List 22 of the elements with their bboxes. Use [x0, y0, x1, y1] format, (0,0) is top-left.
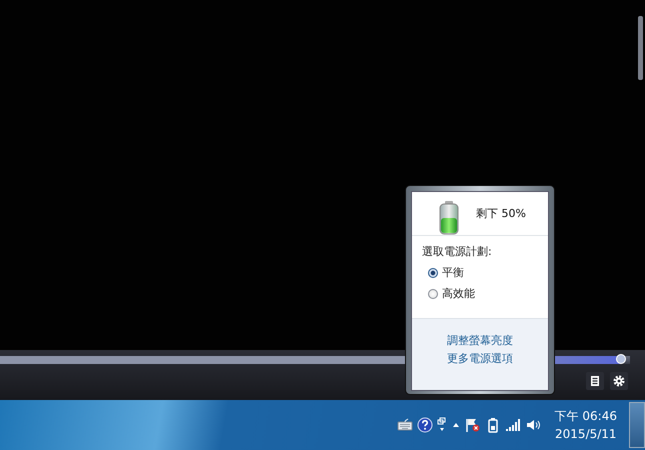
- battery-icon: [438, 200, 460, 236]
- speaker-icon[interactable]: [524, 417, 541, 433]
- power-plan-option[interactable]: 高效能: [422, 286, 548, 301]
- clock-date: 2015/5/11: [555, 426, 617, 443]
- power-plan-option[interactable]: 平衡: [422, 265, 548, 280]
- list-icon[interactable]: [586, 372, 604, 390]
- keyboard-icon[interactable]: [396, 417, 413, 433]
- radio-button[interactable]: [428, 268, 438, 278]
- plan-heading: 選取電源計劃:: [422, 244, 493, 259]
- restore-icon[interactable]: [436, 417, 447, 433]
- settings-icon[interactable]: [610, 372, 628, 390]
- show-desktop-button[interactable]: [629, 402, 645, 448]
- help-icon[interactable]: [416, 417, 433, 433]
- flag-icon[interactable]: [464, 417, 481, 433]
- signal-bars-icon[interactable]: [504, 417, 521, 433]
- clock-time: 下午 06:46: [554, 408, 617, 425]
- battery-status: 剩下 50%: [476, 206, 526, 221]
- radio-button[interactable]: [428, 288, 438, 298]
- power-link[interactable]: 更多電源選項: [447, 351, 513, 366]
- scrollbar[interactable]: [638, 16, 643, 80]
- power-link[interactable]: 調整螢幕亮度: [447, 333, 513, 348]
- clock[interactable]: 下午 06:46 2015/5/11: [554, 407, 617, 443]
